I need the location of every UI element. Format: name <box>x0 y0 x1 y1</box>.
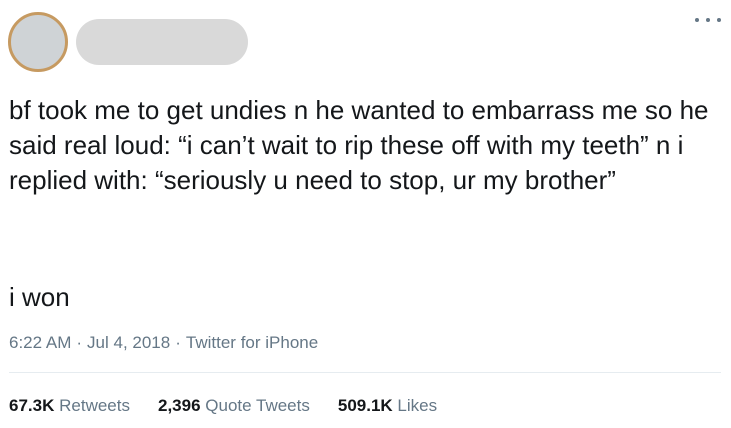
divider <box>9 372 721 373</box>
tweet-stats: 67.3K Retweets 2,396 Quote Tweets 509.1K… <box>9 395 437 417</box>
retweets-label: Retweets <box>59 396 130 415</box>
likes-count: 509.1K <box>337 396 393 415</box>
quote-tweets-stat[interactable]: 2,396 Quote Tweets <box>158 395 310 417</box>
tweet-date[interactable]: Jul 4, 2018 <box>87 333 170 352</box>
retweets-count: 67.3K <box>9 396 55 415</box>
tweet-text-followup: i won <box>9 282 70 312</box>
meta-separator: · <box>175 333 181 352</box>
meta-separator: · <box>76 333 83 352</box>
retweets-stat[interactable]: 67.3K Retweets <box>9 395 130 417</box>
tweet-source[interactable]: Twitter for iPhone <box>186 333 318 352</box>
dot-icon <box>717 18 721 22</box>
more-horizontal-icon[interactable] <box>695 12 721 28</box>
avatar[interactable] <box>8 12 68 72</box>
tweet-time[interactable]: 6:22 AM <box>9 333 71 352</box>
redacted-username[interactable] <box>76 19 248 65</box>
dot-icon <box>706 18 710 22</box>
quote-tweets-count: 2,396 <box>157 396 201 415</box>
tweet-card: bf took me to get undies n he wanted to … <box>0 0 731 428</box>
quote-tweets-label: Quote Tweets <box>205 396 310 415</box>
tweet-text: bf took me to get undies n he wanted to … <box>9 95 716 195</box>
tweet-metadata: 6:22 AM · Jul 4, 2018 · Twitter for iPhone <box>9 332 318 354</box>
likes-stat[interactable]: 509.1K Likes <box>338 395 437 417</box>
likes-label: Likes <box>397 396 438 415</box>
dot-icon <box>695 18 699 22</box>
